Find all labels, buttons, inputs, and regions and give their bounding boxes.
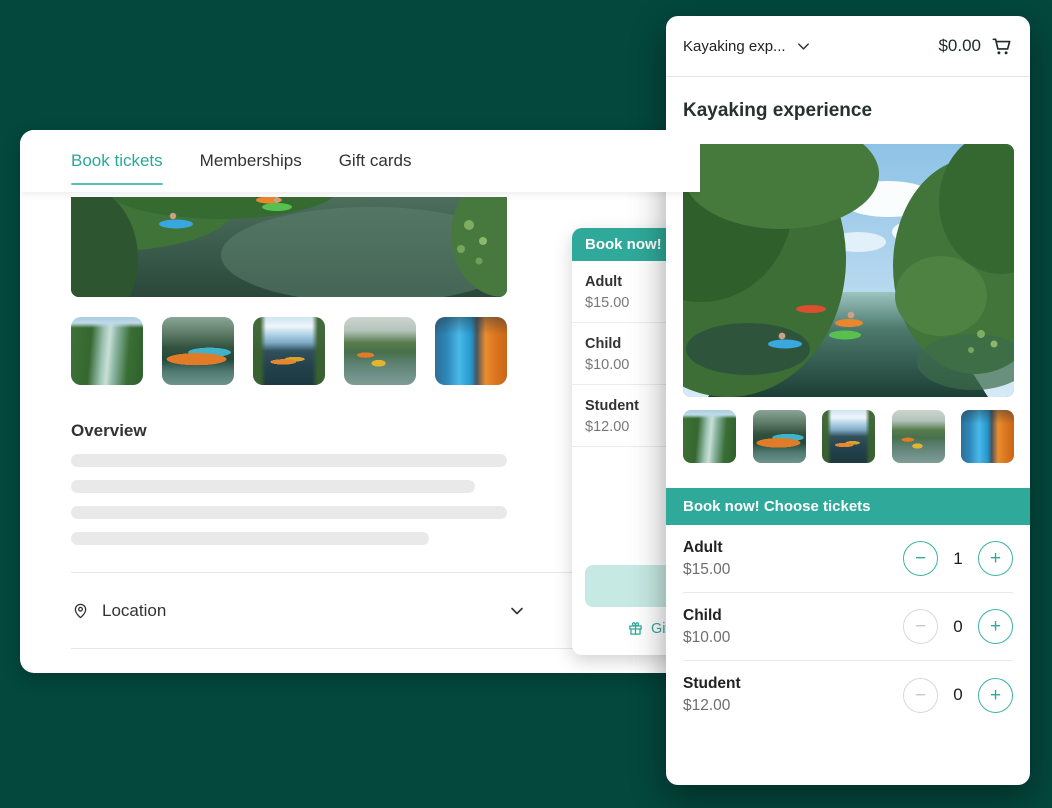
quantity-stepper: 0	[903, 609, 1013, 644]
increase-quantity-button[interactable]	[978, 678, 1013, 713]
quantity-stepper: 0	[903, 678, 1013, 713]
thumbnail-kayaker[interactable]	[162, 317, 234, 385]
text-skeleton-line	[71, 454, 507, 467]
tab-gift-cards[interactable]: Gift cards	[339, 130, 412, 192]
thumbnail-river[interactable]	[683, 410, 736, 463]
experience-main-image	[683, 144, 1014, 397]
ticket-name: Adult	[683, 539, 730, 557]
location-accordion[interactable]: Location	[71, 573, 525, 648]
tab-book-tickets[interactable]: Book tickets	[71, 130, 163, 192]
thumbnail-lake[interactable]	[822, 410, 875, 463]
quantity-value: 1	[950, 549, 966, 569]
decrease-quantity-button[interactable]	[903, 609, 938, 644]
cart-button[interactable]: $0.00	[938, 35, 1013, 58]
thumbnail-kayaks-closeup[interactable]	[435, 317, 507, 385]
river-photo-illustration	[683, 144, 1014, 397]
thumbnail-river[interactable]	[71, 317, 143, 385]
widget-topbar: Kayaking exp... $0.00	[666, 16, 1030, 77]
text-skeleton-line	[71, 506, 507, 519]
ticket-row-child: Child $10.00 0	[683, 593, 1013, 661]
ticket-row-adult: Adult $15.00 1	[683, 525, 1013, 593]
gift-icon	[627, 620, 644, 637]
thumbnail-group-paddling[interactable]	[344, 317, 416, 385]
chevron-down-icon	[796, 39, 811, 54]
cart-total: $0.00	[938, 36, 981, 56]
overview-heading: Overview	[71, 421, 147, 441]
page-background: Book tickets Memberships Gift cards	[0, 0, 1052, 808]
experience-title: Kayaking experience	[666, 100, 1030, 122]
river-photo-illustration	[71, 197, 507, 297]
ticket-row-student: Student $12.00 0	[683, 661, 1013, 729]
quantity-stepper: 1	[903, 541, 1013, 576]
chevron-down-icon	[509, 603, 525, 619]
widget-panel: Kayaking exp... $0.00 Kayaking experienc…	[666, 16, 1030, 785]
gallery-main-image	[71, 197, 507, 297]
thumbnail-group-paddling[interactable]	[892, 410, 945, 463]
quantity-value: 0	[950, 685, 966, 705]
ticket-name: Child	[683, 607, 730, 625]
ticket-price: $15.00	[683, 561, 730, 579]
thumbnail-kayaker[interactable]	[753, 410, 806, 463]
thumbnail-lake[interactable]	[253, 317, 325, 385]
ticket-price: $10.00	[683, 629, 730, 647]
increase-quantity-button[interactable]	[978, 541, 1013, 576]
ticket-name: Student	[683, 675, 741, 693]
experience-selector-label: Kayaking exp...	[683, 38, 786, 55]
increase-quantity-button[interactable]	[978, 609, 1013, 644]
quantity-value: 0	[950, 617, 966, 637]
cart-icon	[990, 35, 1013, 58]
tab-memberships[interactable]: Memberships	[200, 130, 302, 192]
decrease-quantity-button[interactable]	[903, 678, 938, 713]
gallery-thumbnails	[71, 317, 507, 385]
thumbnail-kayaks-closeup[interactable]	[961, 410, 1014, 463]
choose-tickets-banner: Book now! Choose tickets	[666, 488, 1030, 525]
text-skeleton-line	[71, 532, 429, 545]
text-skeleton-line	[71, 480, 475, 493]
ticket-list: Adult $15.00 1 Child $10.00 0	[666, 525, 1030, 729]
decrease-quantity-button[interactable]	[903, 541, 938, 576]
experience-thumbnails	[683, 410, 1014, 463]
experience-selector-dropdown[interactable]: Kayaking exp...	[683, 38, 811, 55]
ticket-price: $12.00	[683, 697, 741, 715]
location-label: Location	[102, 601, 166, 621]
map-pin-icon	[71, 601, 90, 620]
booking-tabbar: Book tickets Memberships Gift cards	[20, 130, 700, 192]
